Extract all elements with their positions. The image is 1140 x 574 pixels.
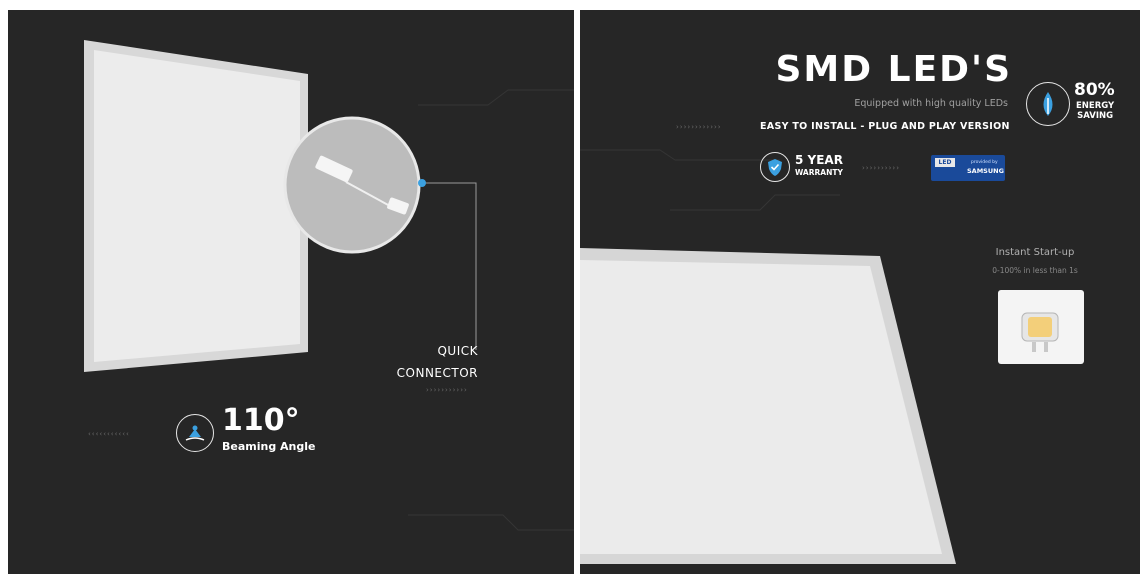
beam-angle-label: Beaming Angle — [222, 440, 316, 453]
install-text: EASY TO INSTALL - PLUG AND PLAY VERSION — [760, 121, 1010, 132]
led-chip-image — [998, 290, 1084, 364]
energy-line2: SAVING — [1077, 111, 1114, 121]
pointer-dot — [418, 179, 426, 187]
quick-label: QUICK — [437, 344, 478, 358]
led-panel-surface — [94, 50, 300, 362]
smd-subheading: Equipped with high quality LEDs — [854, 98, 1008, 109]
instant-startup-title: Instant Start-up — [995, 247, 1075, 258]
warranty-label: WARRANTY — [795, 168, 843, 177]
connector-pointer-line — [420, 182, 477, 350]
quick-connector-caption: QUICK CONNECTOR — [388, 340, 478, 384]
led-mark: LED — [935, 158, 955, 167]
beam-angle-value: 110° — [222, 403, 300, 438]
energy-line1: ENERGY — [1076, 101, 1115, 111]
smd-heading: SMD LED'S — [775, 49, 1012, 90]
leaf-drop-icon — [1026, 82, 1070, 126]
connector-dots: ››››››››››› — [426, 386, 468, 394]
install-dots: ›››››››››››› — [676, 123, 722, 131]
shield-check-icon — [760, 152, 790, 182]
energy-percent: 80% — [1074, 80, 1115, 100]
circuit-line — [580, 149, 780, 161]
energy-caption: ENERGY SAVING — [1076, 101, 1114, 121]
circuit-line — [408, 514, 574, 531]
lamp-beam-icon — [176, 414, 214, 452]
left-product-panel: QUICK CONNECTOR ››››››››››› ‹‹‹‹‹‹‹‹‹‹‹ … — [8, 10, 574, 574]
right-product-panel: SMD LED'S Equipped with high quality LED… — [580, 10, 1140, 574]
warranty-years: 5 YEAR — [795, 153, 843, 167]
samsung-brand: SAMSUNG — [967, 167, 1004, 175]
samsung-led-badge: LED provided by SAMSUNG — [931, 155, 1005, 181]
warranty-dots: ›››››››››› — [862, 164, 900, 172]
provided-by-text: provided by — [971, 160, 998, 165]
circuit-line — [418, 89, 574, 106]
connector-label: CONNECTOR — [396, 366, 478, 380]
left-scene-graphics — [84, 40, 574, 531]
instant-startup-subtitle: 0-100% in less than 1s — [992, 266, 1078, 275]
beam-dots: ‹‹‹‹‹‹‹‹‹‹‹ — [88, 430, 130, 438]
circuit-line — [670, 194, 840, 211]
